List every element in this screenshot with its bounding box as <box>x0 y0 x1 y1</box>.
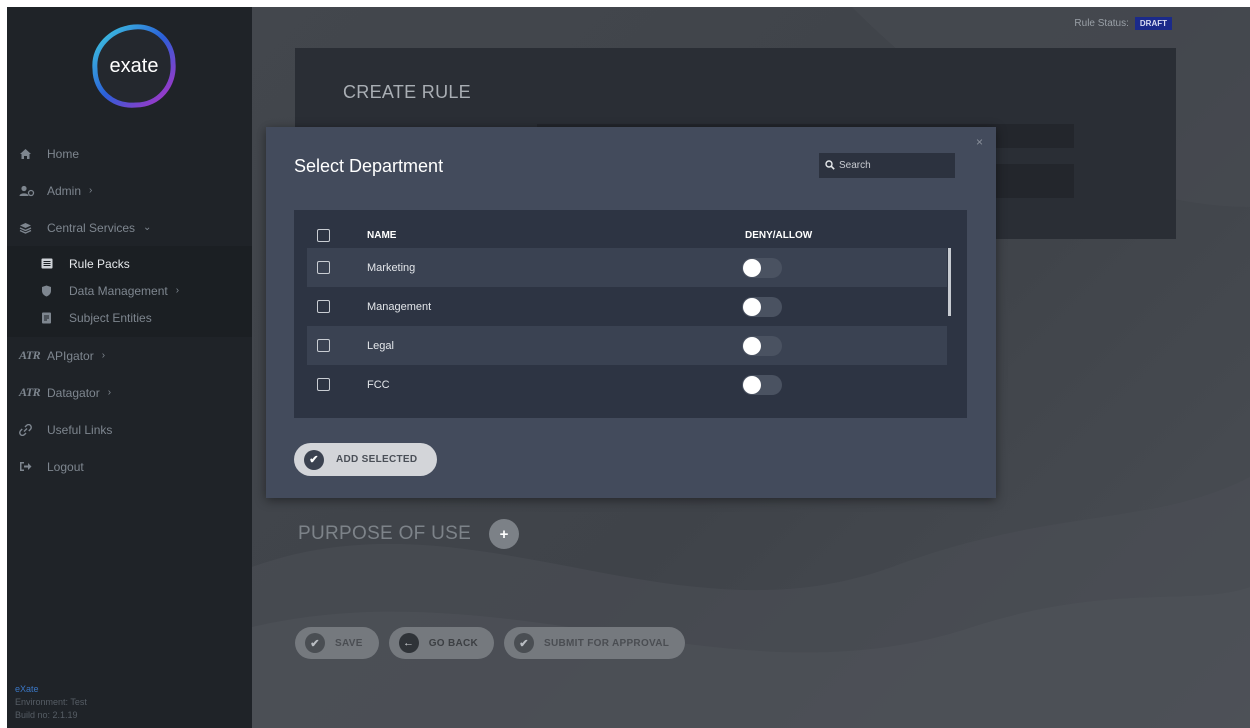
department-name: Management <box>367 300 432 313</box>
column-header-deny-allow: DENY/ALLOW <box>745 229 813 241</box>
close-icon[interactable]: × <box>976 135 983 149</box>
sidebar-item-label: Subject Entities <box>69 310 152 325</box>
deny-allow-toggle[interactable] <box>742 296 782 317</box>
rule-status: Rule Status: DRAFT <box>1074 17 1172 30</box>
submit-for-approval-button[interactable]: ✔ SUBMIT FOR APPROVAL <box>504 627 686 659</box>
toggle-knob <box>743 375 761 394</box>
home-icon <box>19 147 41 161</box>
sidebar-item-admin[interactable]: Admin › <box>7 172 252 209</box>
rule-status-label: Rule Status: <box>1074 18 1129 29</box>
link-icon <box>19 423 41 437</box>
sidebar-item-label: Rule Packs <box>69 256 130 271</box>
department-table: NAME DENY/ALLOW Marketing Management Leg… <box>294 210 967 418</box>
save-button-label: SAVE <box>335 637 363 649</box>
go-back-button-label: GO BACK <box>428 637 479 649</box>
chevron-right-icon: › <box>101 350 106 361</box>
sidebar-item-logout[interactable]: Logout <box>7 448 252 485</box>
shield-icon <box>41 284 63 298</box>
sidebar-item-datagator[interactable]: ATR Datagator › <box>7 374 252 411</box>
sidebar-item-subject-entities[interactable]: Subject Entities <box>7 304 252 331</box>
column-header-name: NAME <box>367 229 397 241</box>
sidebar-item-label: Data Management <box>69 283 168 298</box>
deny-allow-toggle[interactable] <box>742 335 782 356</box>
table-row[interactable]: FCC <box>307 365 947 404</box>
list-icon <box>41 257 63 271</box>
table-row[interactable]: Legal <box>307 326 947 365</box>
footer-environment: Environment: Test <box>15 697 87 707</box>
purpose-of-use-section: PURPOSE OF USE + <box>298 519 520 549</box>
add-selected-button[interactable]: ✔ ADD SELECTED <box>294 443 438 476</box>
datagator-logo-icon: ATR <box>19 385 41 399</box>
row-checkbox[interactable] <box>317 300 330 313</box>
sidebar-item-label: Home <box>47 146 80 161</box>
toggle-knob <box>743 336 761 355</box>
submit-button-label: SUBMIT FOR APPROVAL <box>544 637 670 649</box>
plus-icon: + <box>499 525 509 543</box>
sidebar-item-apigator[interactable]: ATR APIgator › <box>7 337 252 374</box>
sidebar-item-label: Admin <box>47 183 82 198</box>
sidebar-nav: Home Admin › Central Services ⌄ Rule Pac… <box>7 135 252 485</box>
deny-allow-toggle[interactable] <box>742 257 782 278</box>
users-icon <box>19 184 41 198</box>
row-checkbox[interactable] <box>317 378 330 391</box>
toggle-knob <box>743 297 761 316</box>
table-scrollbar[interactable] <box>948 248 951 316</box>
department-name: Legal <box>367 339 394 352</box>
chevron-right-icon: › <box>89 185 93 196</box>
row-checkbox[interactable] <box>317 339 330 352</box>
page-title: CREATE RULE <box>343 82 471 102</box>
status-badge: DRAFT <box>1134 17 1172 30</box>
svg-text:exate: exate <box>110 55 159 77</box>
check-circle-icon: ✔ <box>304 449 324 470</box>
sidebar-item-label: Useful Links <box>47 422 113 437</box>
footer-brand: eXate <box>15 684 39 694</box>
central-services-submenu: Rule Packs Data Management › Subject Ent… <box>7 246 252 337</box>
arrow-left-circle-icon: ← <box>398 633 419 653</box>
chevron-right-icon: › <box>107 387 112 398</box>
select-department-modal: × Select Department NAME DENY/ALLOW Mark… <box>266 127 996 498</box>
search-input[interactable] <box>839 160 949 171</box>
logout-icon <box>19 460 41 474</box>
sidebar-item-central-services[interactable]: Central Services ⌄ <box>7 209 252 246</box>
app: exate Home Admin › Central Services ⌄ Ru… <box>0 0 1250 728</box>
sidebar-item-home[interactable]: Home <box>7 135 252 172</box>
sidebar-item-rule-packs[interactable]: Rule Packs <box>7 250 252 277</box>
action-buttons: ✔ SAVE ← GO BACK ✔ SUBMIT FOR APPROVAL <box>295 627 695 659</box>
sidebar-item-data-management[interactable]: Data Management › <box>7 277 252 304</box>
sidebar-item-useful-links[interactable]: Useful Links <box>7 411 252 448</box>
modal-title: Select Department <box>294 156 444 176</box>
toggle-knob <box>743 258 761 277</box>
search-icon <box>825 157 835 175</box>
search-box[interactable] <box>819 153 955 178</box>
check-circle-icon: ✔ <box>305 633 325 653</box>
apigator-logo-icon: ATR <box>19 348 41 362</box>
chevron-right-icon: › <box>175 285 180 296</box>
chevron-down-icon: ⌄ <box>143 222 152 233</box>
sidebar: exate Home Admin › Central Services ⌄ Ru… <box>7 7 252 728</box>
row-checkbox[interactable] <box>317 261 330 274</box>
table-header: NAME DENY/ALLOW <box>307 225 947 245</box>
sidebar-item-label: Central Services <box>47 220 136 235</box>
department-name: FCC <box>367 378 390 391</box>
department-name: Marketing <box>367 261 416 274</box>
go-back-button[interactable]: ← GO BACK <box>388 627 495 659</box>
check-circle-icon: ✔ <box>514 633 535 653</box>
add-selected-label: ADD SELECTED <box>336 454 418 465</box>
document-icon <box>41 311 63 325</box>
select-all-checkbox[interactable] <box>317 228 330 242</box>
add-purpose-button[interactable]: + <box>489 519 520 549</box>
deny-allow-toggle[interactable] <box>742 374 782 395</box>
purpose-of-use-title: PURPOSE OF USE <box>298 523 472 544</box>
footer-build: Build no: 2.1.19 <box>15 710 78 720</box>
table-row[interactable]: Management <box>307 287 947 326</box>
sidebar-item-label: APIgator <box>47 348 94 363</box>
save-button[interactable]: ✔ SAVE <box>295 627 379 659</box>
layers-icon <box>19 221 41 235</box>
table-row[interactable]: Marketing <box>307 248 947 287</box>
sidebar-item-label: Datagator <box>47 385 100 400</box>
sidebar-footer: eXate Environment: Test Build no: 2.1.19 <box>15 683 87 722</box>
exate-logo[interactable]: exate <box>89 21 179 111</box>
sidebar-item-label: Logout <box>47 459 84 474</box>
